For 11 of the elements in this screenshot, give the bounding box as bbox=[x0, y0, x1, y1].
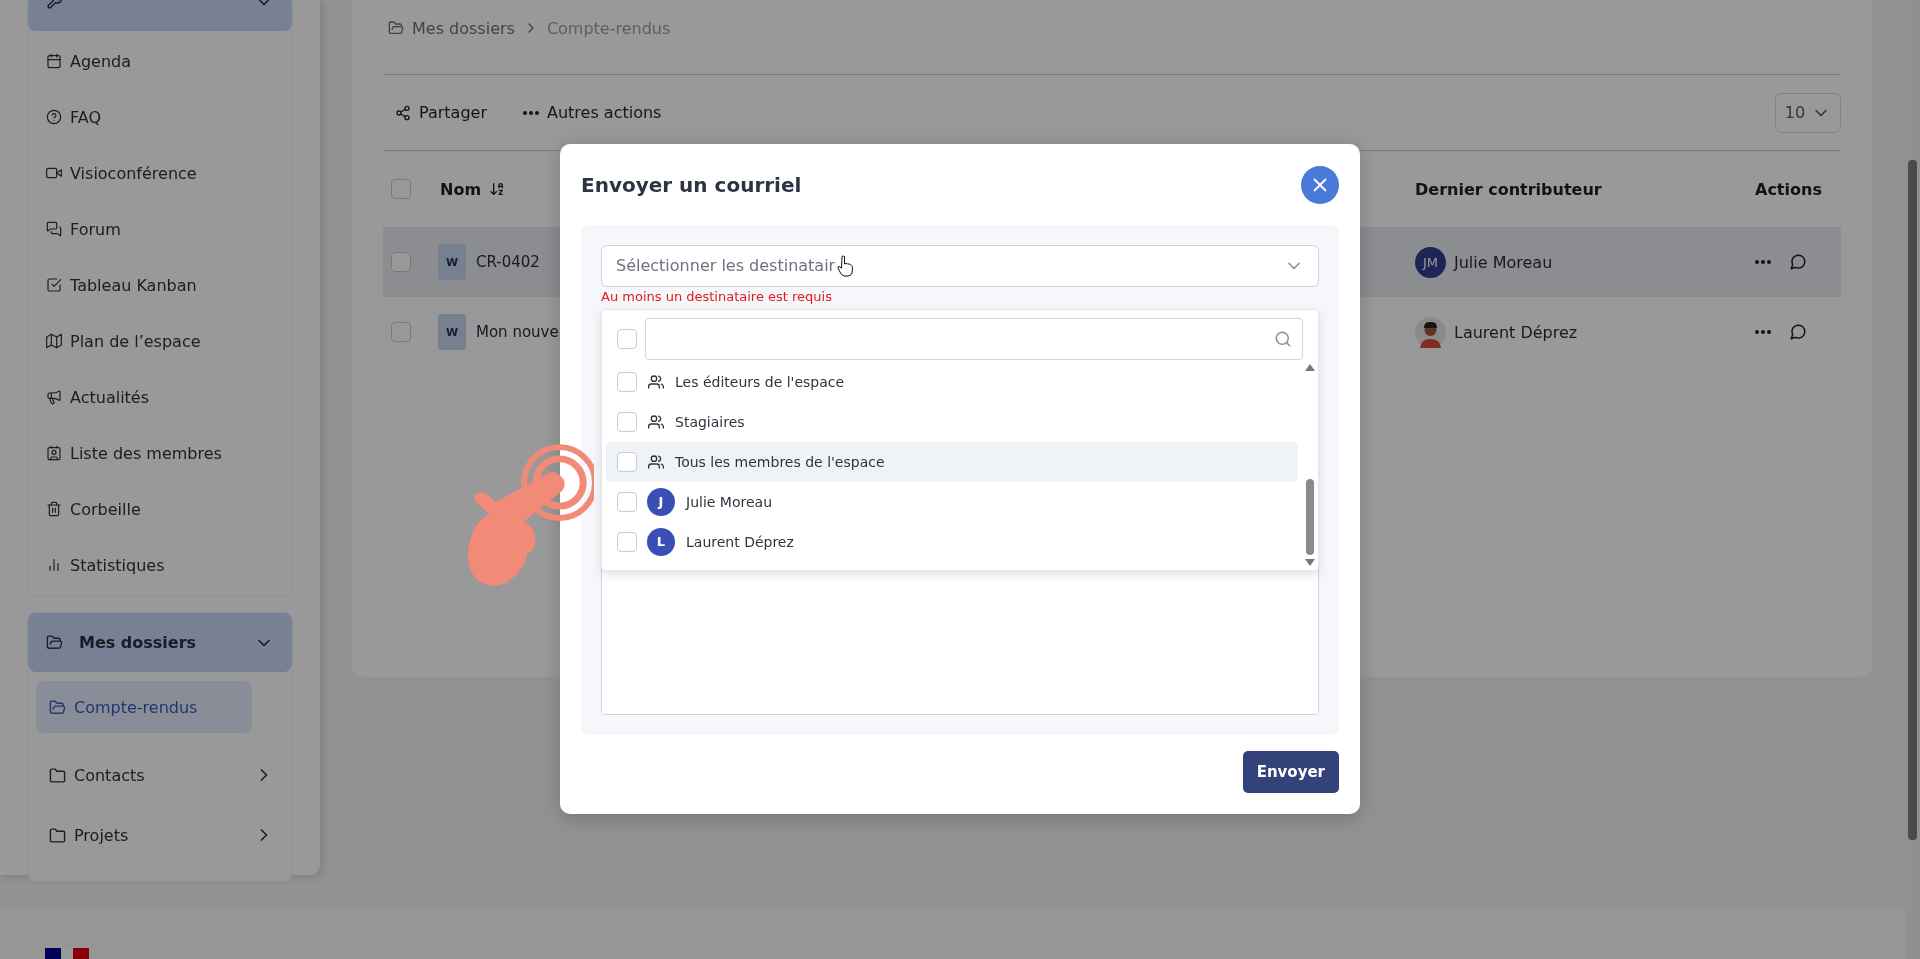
dialog-title: Envoyer un courriel bbox=[581, 172, 802, 197]
column-header: Actions bbox=[1755, 179, 1823, 199]
avatar: L bbox=[647, 527, 675, 556]
contributor-name: Laurent Déprez bbox=[1454, 322, 1578, 342]
avatar: J bbox=[647, 487, 675, 516]
file-type-badge: W bbox=[438, 314, 466, 350]
contributor-name: Julie Moreau bbox=[1454, 252, 1553, 272]
error-message: Au moins un destinataire est requis bbox=[601, 289, 833, 306]
file-type-badge: W bbox=[438, 244, 466, 280]
column-header: Dernier contributeur bbox=[1415, 179, 1603, 199]
avatar: JM bbox=[1415, 246, 1446, 278]
